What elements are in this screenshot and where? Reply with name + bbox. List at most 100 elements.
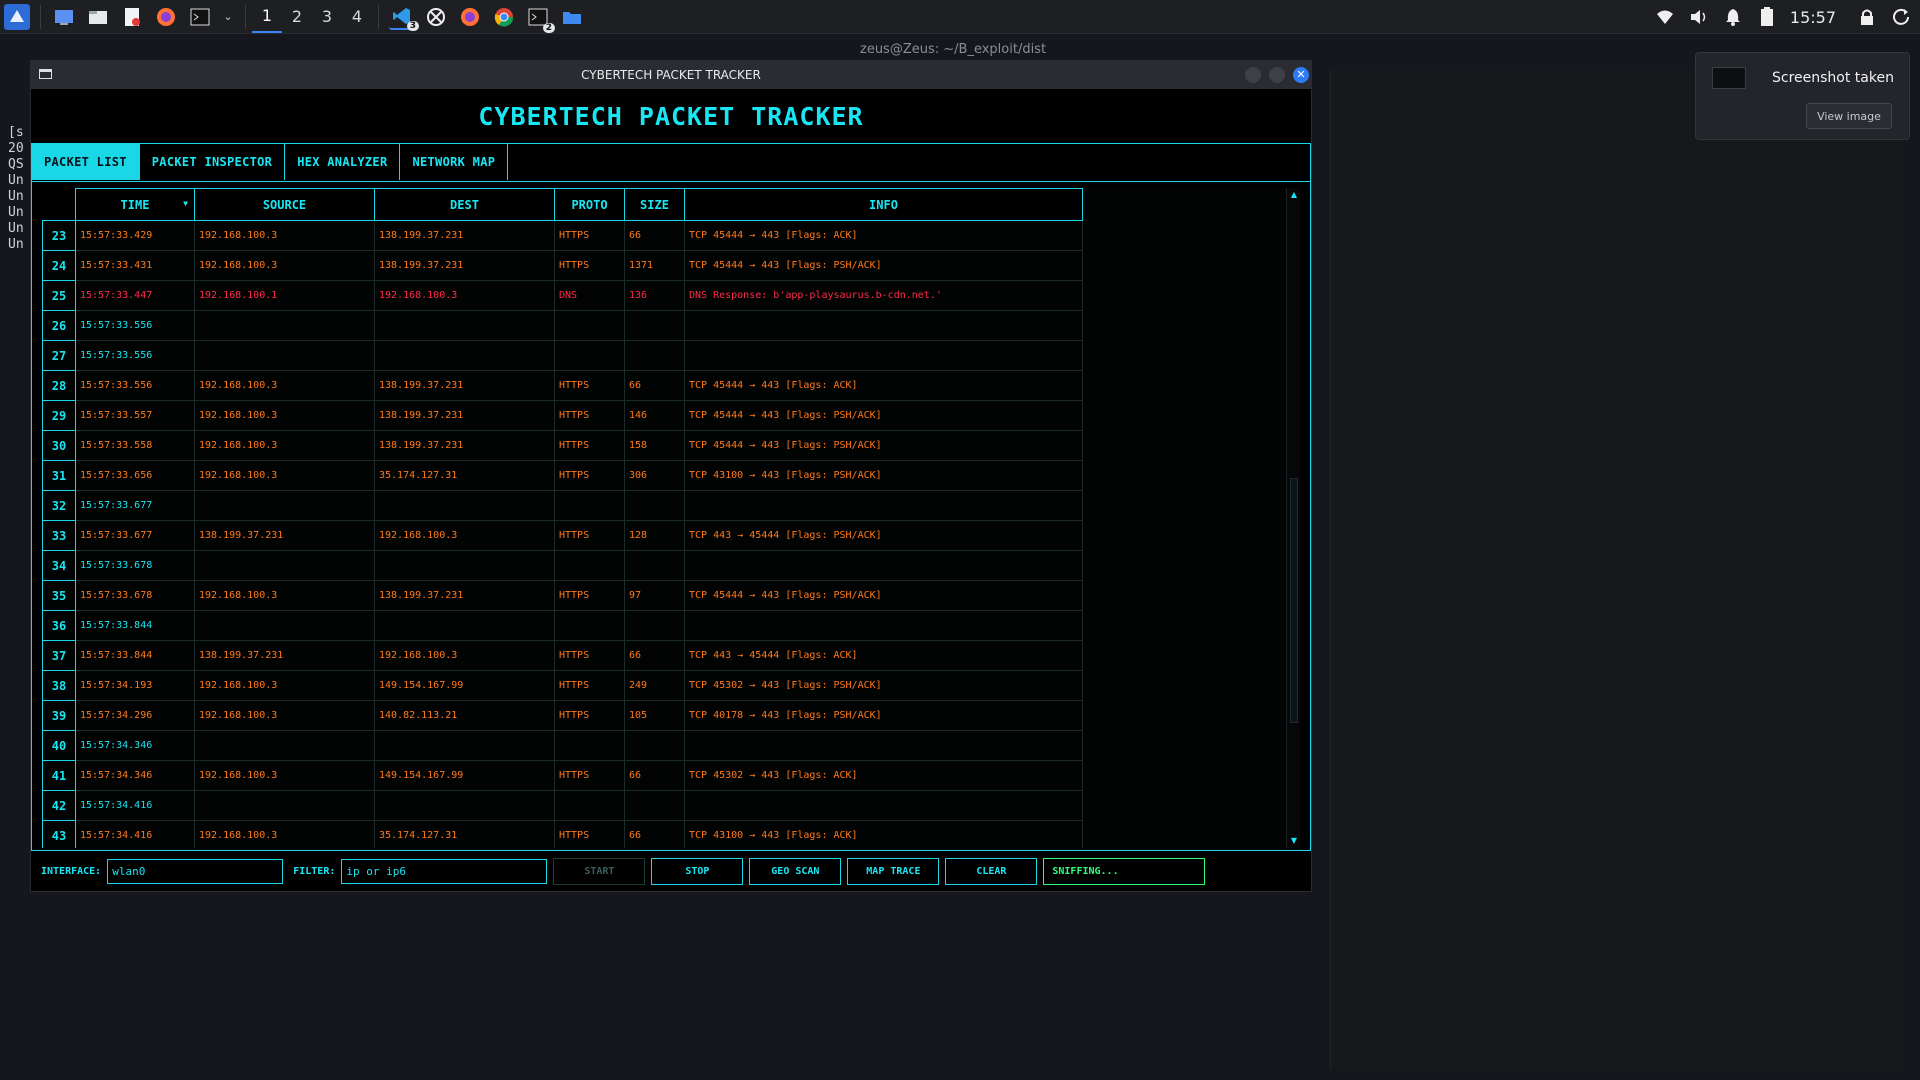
map-trace-button[interactable]: MAP TRACE [847, 857, 940, 885]
firefox-icon[interactable] [153, 4, 179, 30]
circle-app-icon[interactable] [423, 4, 449, 30]
table-row[interactable]: 27 15:57:33.556 [42, 340, 1083, 371]
workspace-2[interactable]: 2 [282, 1, 312, 33]
clear-button[interactable]: CLEAR [945, 857, 1038, 885]
row-number: 39 [42, 700, 76, 731]
app-launcher-icon[interactable] [4, 3, 30, 30]
table-row[interactable]: 28 15:57:33.556 192.168.100.3 138.199.37.23… [42, 370, 1083, 401]
terminal-window-icon[interactable]: 2 [525, 4, 555, 33]
stop-button[interactable]: STOP [651, 857, 744, 885]
notification-bell-icon[interactable] [1720, 4, 1746, 30]
table-row[interactable]: 30 15:57:33.558 192.168.100.3 138.199.37.23… [42, 430, 1083, 461]
row-number: 32 [42, 490, 76, 521]
terminal-line: Un [8, 221, 24, 236]
cell-dest: 138.199.37.231 [374, 400, 555, 431]
table-row[interactable]: 40 15:57:34.346 [42, 730, 1083, 761]
column-header-size[interactable]: SIZE [624, 188, 685, 221]
table-row[interactable]: 25 15:57:33.447 192.168.100.1 192.168.100.3… [42, 280, 1083, 311]
cell-size [624, 340, 685, 371]
chevron-down-icon[interactable]: ⌄ [221, 4, 235, 30]
cell-info: TCP 45444 → 443 [Flags: PSH/ACK] [684, 400, 1083, 431]
row-number: 36 [42, 610, 76, 641]
wifi-icon[interactable] [1652, 4, 1678, 30]
cell-dest [374, 550, 555, 581]
interface-input[interactable] [107, 858, 284, 884]
table-row[interactable]: 33 15:57:33.677 138.199.37.231 192.168.100.… [42, 520, 1083, 551]
column-header-source[interactable]: SOURCE [194, 188, 375, 221]
battery-icon[interactable] [1754, 4, 1780, 30]
cell-source: 192.168.100.3 [194, 700, 375, 731]
table-row[interactable]: 31 15:57:33.656 192.168.100.3 35.174.127.31… [42, 460, 1083, 491]
table-row[interactable]: 36 15:57:33.844 [42, 610, 1083, 641]
table-row[interactable]: 24 15:57:33.431 192.168.100.3 138.199.37.23… [42, 250, 1083, 281]
row-number: 40 [42, 730, 76, 761]
power-refresh-icon[interactable] [1888, 4, 1914, 30]
table-row[interactable]: 41 15:57:34.346 192.168.100.3 149.154.167.9… [42, 760, 1083, 791]
table-row[interactable]: 34 15:57:33.678 [42, 550, 1083, 581]
tab-hex-analyzer[interactable]: HEX ANALYZER [285, 144, 401, 180]
cell-time: 15:57:33.556 [75, 310, 195, 341]
filter-input[interactable] [341, 858, 548, 884]
scroll-down-icon[interactable]: ▼ [1289, 836, 1299, 846]
text-editor-icon[interactable] [119, 4, 145, 30]
terminal-window-count: 2 [542, 22, 555, 33]
cell-time: 15:57:33.844 [75, 640, 195, 671]
cell-source [194, 490, 375, 521]
tab-network-map[interactable]: NETWORK MAP [400, 144, 509, 180]
table-row[interactable]: 35 15:57:33.678 192.168.100.3 138.199.37.23… [42, 580, 1083, 611]
desktop-icon[interactable] [51, 4, 77, 30]
column-header-info[interactable]: INFO [684, 188, 1083, 221]
volume-icon[interactable] [1686, 4, 1712, 30]
column-header-dest[interactable]: DEST [374, 188, 555, 221]
table-row[interactable]: 39 15:57:34.296 192.168.100.3 140.82.113.21… [42, 700, 1083, 731]
geo-scan-button[interactable]: GEO SCAN [749, 857, 842, 885]
table-row[interactable]: 32 15:57:33.677 [42, 490, 1083, 521]
folder-icon[interactable] [559, 4, 585, 30]
vertical-scrollbar[interactable]: ▲ ▼ [1286, 188, 1300, 848]
window-titlebar[interactable]: CYBERTECH PACKET TRACKER ✕ [31, 61, 1311, 89]
column-header-proto[interactable]: PROTO [554, 188, 625, 221]
file-manager-icon[interactable] [85, 4, 111, 30]
row-number: 23 [42, 220, 76, 251]
vscode-icon[interactable]: 3 [389, 4, 419, 31]
scroll-up-icon[interactable]: ▲ [1289, 190, 1299, 200]
terminal-line: Un [8, 205, 24, 220]
tab-packet-list[interactable]: PACKET LIST [32, 144, 140, 180]
table-row[interactable]: 38 15:57:34.193 192.168.100.3 149.154.167.9… [42, 670, 1083, 701]
scrollbar-thumb[interactable] [1290, 478, 1298, 723]
minimize-button[interactable] [1245, 67, 1261, 83]
screenshot-thumbnail[interactable] [1712, 67, 1746, 89]
maximize-button[interactable] [1269, 67, 1285, 83]
cell-size: 105 [624, 700, 685, 731]
view-image-button[interactable]: View image [1806, 103, 1892, 129]
close-button[interactable]: ✕ [1293, 67, 1309, 83]
table-row[interactable]: 37 15:57:33.844 138.199.37.231 192.168.100.… [42, 640, 1083, 671]
start-button[interactable]: START [553, 857, 646, 885]
cell-time: 15:57:33.557 [75, 400, 195, 431]
terminal-icon[interactable] [187, 4, 213, 30]
chrome-icon[interactable] [491, 4, 517, 30]
table-row[interactable]: 42 15:57:34.416 [42, 790, 1083, 821]
column-header-time[interactable]: TIME ▼ [75, 188, 195, 221]
status-indicator: SNIFFING... [1043, 857, 1206, 885]
cell-dest: 140.82.113.21 [374, 700, 555, 731]
cell-time: 15:57:33.656 [75, 460, 195, 491]
clock[interactable]: 15:57 [1790, 8, 1836, 27]
workspace-1[interactable]: 1 [252, 1, 282, 33]
row-number: 29 [42, 400, 76, 431]
workspace-4[interactable]: 4 [342, 1, 372, 33]
cell-time: 15:57:33.678 [75, 550, 195, 581]
table-row[interactable]: 29 15:57:33.557 192.168.100.3 138.199.37.23… [42, 400, 1083, 431]
cell-info: TCP 45444 → 443 [Flags: ACK] [684, 220, 1083, 251]
sort-descending-icon[interactable]: ▼ [183, 199, 188, 208]
table-row[interactable]: 43 15:57:34.416 192.168.100.3 35.174.127.31… [42, 820, 1083, 848]
row-number: 34 [42, 550, 76, 581]
lock-icon[interactable] [1854, 4, 1880, 30]
cell-size: 1371 [624, 250, 685, 281]
table-row[interactable]: 23 15:57:33.429 192.168.100.3 138.199.37.23… [42, 220, 1083, 251]
tab-packet-inspector[interactable]: PACKET INSPECTOR [140, 144, 286, 180]
table-row[interactable]: 26 15:57:33.556 [42, 310, 1083, 341]
cell-size [624, 610, 685, 641]
workspace-3[interactable]: 3 [312, 1, 342, 33]
firefox-window-icon[interactable] [457, 4, 483, 30]
